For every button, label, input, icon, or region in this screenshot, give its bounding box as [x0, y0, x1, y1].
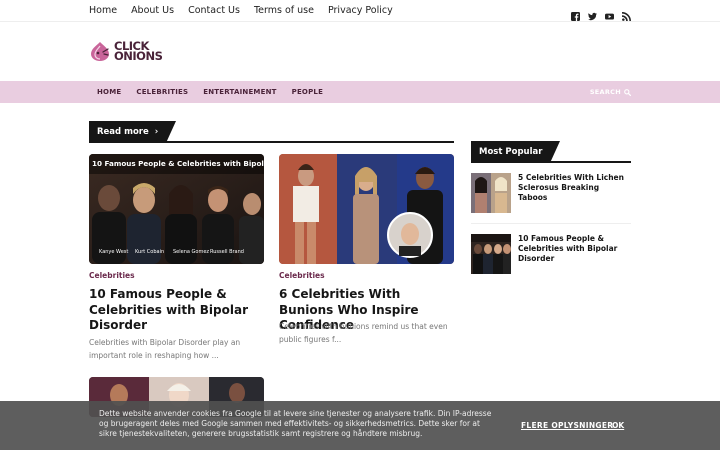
post-thumbnail[interactable] [279, 154, 454, 264]
search-icon [624, 88, 631, 96]
popular-post-item[interactable]: 5 Celebrities With Lichen Sclerosus Brea… [471, 173, 631, 213]
main-nav-entertainement[interactable]: ENTERTAINEMENT [203, 88, 276, 96]
top-nav: Home About Us Contact Us Terms of use Pr… [89, 5, 407, 16]
main-nav: HOME CELEBRITIES ENTERTAINEMENT PEOPLE S… [0, 81, 720, 103]
site-header: CLICK ONIONS [0, 22, 720, 81]
top-nav-contact[interactable]: Contact Us [188, 5, 240, 16]
image-name-1: Kanye West [99, 249, 128, 255]
most-popular-tag: Most Popular [471, 141, 561, 163]
site-logo[interactable]: CLICK ONIONS [89, 40, 163, 63]
post-thumbnail[interactable]: 10 Famous People & Celebrities with Bipo… [89, 154, 264, 264]
main-nav-items: HOME CELEBRITIES ENTERTAINEMENT PEOPLE [97, 88, 338, 96]
cookie-banner: Dette website anvender cookies fra Googl… [0, 401, 720, 450]
popular-divider [471, 223, 631, 224]
popular-post-item[interactable]: 10 Famous People & Celebrities with Bipo… [471, 234, 631, 274]
main-nav-celebrities[interactable]: CELEBRITIES [136, 88, 188, 96]
search-button[interactable]: SEARCH [590, 88, 631, 96]
post-image-caption: 10 Famous People & Celebrities with Bipo… [92, 159, 264, 168]
ok-button[interactable]: OK [612, 421, 624, 430]
logo-text: CLICK ONIONS [114, 40, 163, 63]
popular-post-image [471, 234, 511, 274]
read-more-label: Read more [97, 127, 149, 137]
image-name-2: Kurt Cobain [135, 249, 164, 255]
popular-post-image [471, 173, 511, 213]
post-image [279, 154, 454, 264]
top-nav-about[interactable]: About Us [131, 5, 174, 16]
page: Home About Us Contact Us Terms of use Pr… [0, 0, 720, 450]
post-excerpt: Celebrities with bunions remind us that … [279, 322, 448, 344]
more-info-button[interactable]: FLERE OPLYSNINGER [521, 421, 613, 430]
chevron-right-icon: › [154, 127, 159, 137]
logo-line-2: ONIONS [114, 49, 163, 63]
read-more-tag[interactable]: Read more › [89, 121, 177, 143]
post-title[interactable]: 10 Famous People & Celebrities with Bipo… [89, 287, 264, 334]
post-category[interactable]: Celebrities [89, 271, 135, 280]
post-image: 10 Famous People & Celebrities with Bipo… [89, 154, 264, 264]
social-links [571, 6, 631, 21]
popular-post-thumbnail[interactable] [471, 173, 511, 213]
top-bar: Home About Us Contact Us Terms of use Pr… [0, 0, 720, 22]
cookie-text: Dette website anvender cookies fra Googl… [99, 409, 492, 438]
image-name-4: Russell Brand [210, 249, 244, 255]
youtube-icon[interactable] [605, 6, 614, 20]
image-name-3: Selena Gomez [173, 249, 209, 255]
post-excerpt: Celebrities with Bipolar Disorder play a… [89, 338, 241, 360]
read-more-header: Read more › [89, 121, 454, 143]
rss-icon[interactable] [622, 6, 631, 21]
popular-post-title[interactable]: 5 Celebrities With Lichen Sclerosus Brea… [518, 173, 631, 203]
popular-post-thumbnail[interactable] [471, 234, 511, 274]
popular-post-title[interactable]: 10 Famous People & Celebrities with Bipo… [518, 234, 631, 264]
main-nav-people[interactable]: PEOPLE [292, 88, 323, 96]
twitter-icon[interactable] [588, 6, 597, 21]
onion-logo-icon [91, 42, 109, 61]
top-nav-home[interactable]: Home [89, 5, 117, 16]
post-category[interactable]: Celebrities [279, 271, 325, 280]
top-nav-terms[interactable]: Terms of use [254, 5, 314, 16]
section-divider [471, 161, 631, 163]
facebook-icon[interactable] [571, 6, 580, 21]
most-popular-header: Most Popular [471, 141, 631, 163]
main-nav-home[interactable]: HOME [97, 88, 121, 96]
search-label: SEARCH [589, 88, 621, 96]
top-nav-privacy[interactable]: Privacy Policy [328, 5, 393, 16]
section-divider [89, 141, 454, 143]
